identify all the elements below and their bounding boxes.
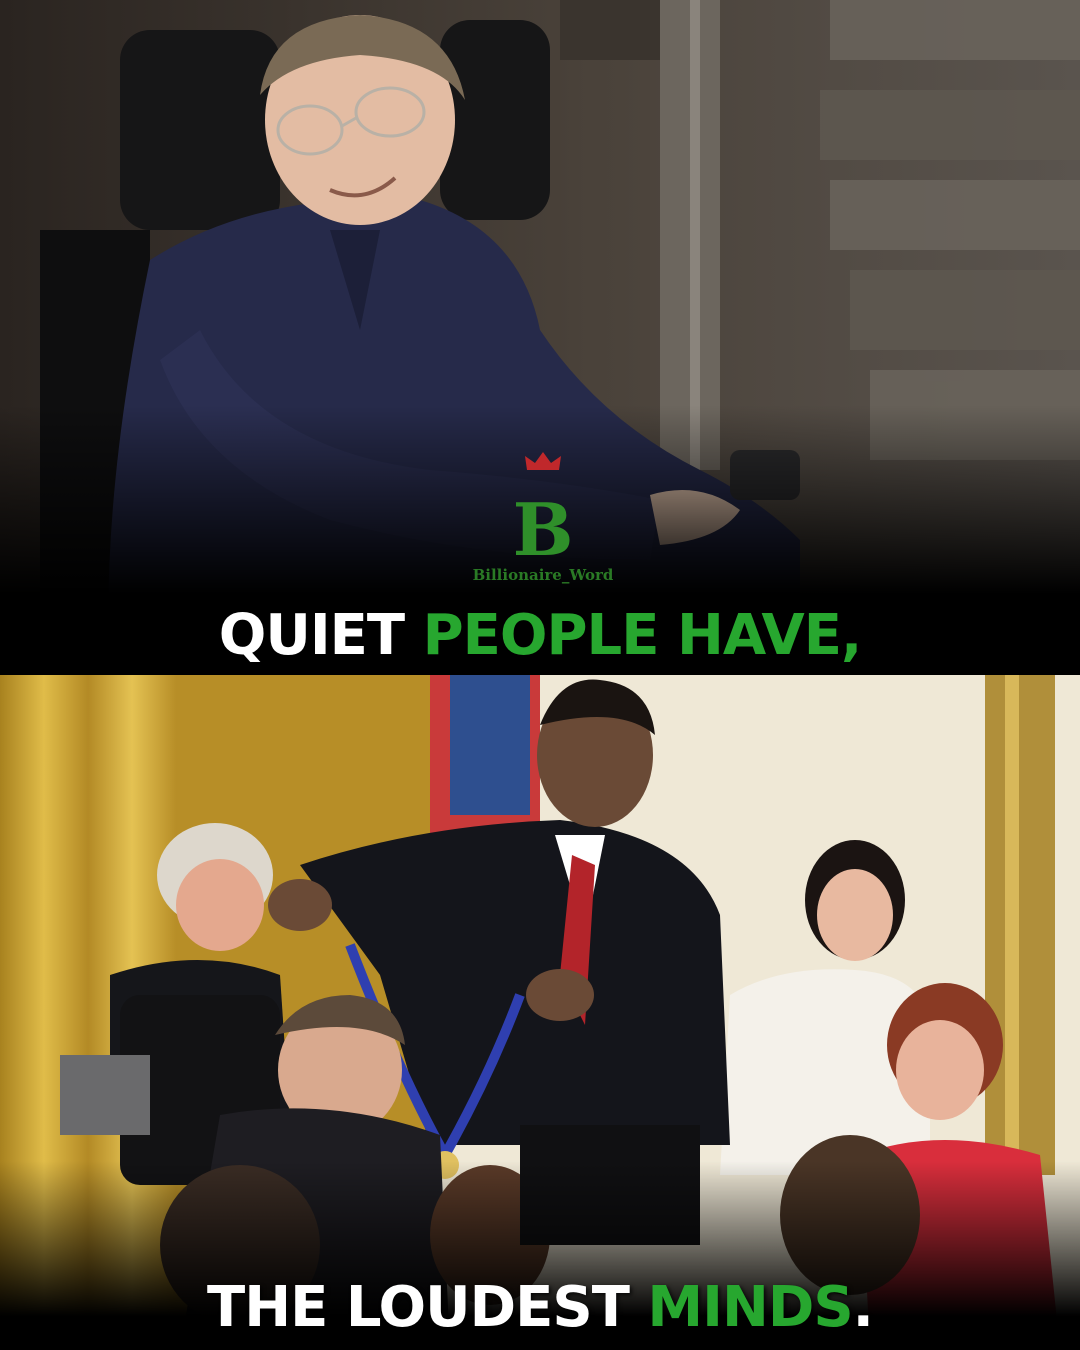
caption-top: QUIET PEOPLE HAVE,: [0, 604, 1080, 668]
bottom-photo-illustration: [0, 675, 1080, 1350]
caption-bottom: THE LOUDEST MINDS.: [0, 1276, 1080, 1340]
caption-bottom-period: .: [852, 1275, 874, 1340]
caption-top-white: QUIET: [218, 603, 405, 668]
top-photo: B Billionaire_Word QUIET PEOPLE HAVE,: [0, 0, 1080, 675]
caption-bottom-green: MINDS: [647, 1275, 853, 1340]
bottom-photo: THE LOUDEST MINDS.: [0, 675, 1080, 1350]
caption-bottom-white: THE LOUDEST: [207, 1275, 630, 1340]
crown-icon: [525, 452, 561, 470]
caption-top-green: PEOPLE HAVE,: [422, 603, 863, 668]
watermark-text: Billionaire_Word: [472, 566, 614, 584]
watermark-logo: B Billionaire_Word: [458, 450, 628, 590]
watermark-letter: B: [512, 487, 574, 572]
